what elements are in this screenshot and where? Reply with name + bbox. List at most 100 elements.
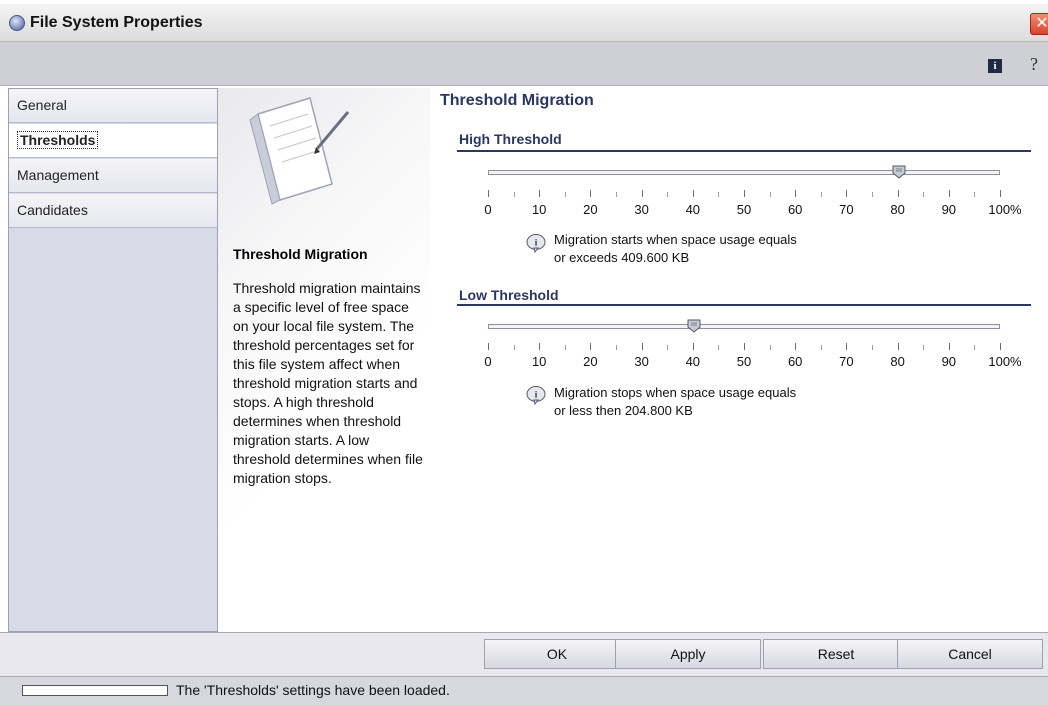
sidebar-item-label: General — [17, 97, 67, 113]
cancel-button[interactable]: Cancel — [897, 639, 1043, 669]
slider-tick — [641, 190, 643, 197]
slider-tick — [974, 345, 976, 350]
toolbar: i ? — [0, 42, 1048, 86]
slider-tick-label: 70 — [839, 354, 854, 369]
sidebar-item-label: Candidates — [17, 202, 88, 218]
globe-icon — [9, 15, 25, 31]
slider-tick — [616, 192, 617, 197]
info-icon[interactable]: i — [988, 59, 1002, 73]
slider-tick — [1000, 190, 1001, 197]
sidebar-item-thresholds[interactable]: Thresholds — [9, 124, 217, 158]
slider-tick — [488, 343, 489, 350]
slider-tick — [667, 345, 669, 350]
low-threshold-message: Migration stops when space usage equals … — [554, 384, 796, 420]
close-button[interactable]: ✕ — [1030, 13, 1048, 35]
slider-tick — [948, 190, 950, 197]
high-threshold-message-line1: Migration starts when space usage equals — [554, 232, 797, 247]
low-threshold-tick-labels: 0 10 20 30 40 50 60 70 80 90 100% — [484, 354, 1021, 372]
title-bar: File System Properties ✕ — [0, 4, 1048, 42]
slider-tick — [820, 345, 822, 350]
slider-tick — [590, 190, 592, 197]
window-title: File System Properties — [30, 14, 203, 31]
slider-tick-label: 70 — [839, 202, 854, 217]
slider-tick-label: 0 — [484, 354, 492, 369]
slider-tick — [488, 190, 489, 197]
slider-tick — [692, 190, 694, 197]
reset-button[interactable]: Reset — [763, 639, 909, 669]
slider-tick-label: 10 — [531, 354, 547, 369]
help-icon[interactable]: ? — [1030, 54, 1038, 75]
main-panel: Threshold Migration High Threshold 0 10 20… — [430, 88, 1038, 632]
slider-tick-label: 100% — [988, 354, 1022, 369]
slider-tick-label: 60 — [787, 354, 803, 369]
slider-tick — [795, 190, 797, 197]
slider-tick — [744, 343, 745, 350]
high-threshold-message: Migration starts when space usage equals… — [554, 231, 797, 267]
slider-tick — [872, 192, 873, 197]
slider-tick-label: 100% — [988, 202, 1022, 217]
apply-button[interactable]: Apply — [615, 639, 761, 669]
slider-tick — [923, 345, 925, 350]
slider-tick — [718, 192, 720, 197]
slider-tick-label: 20 — [583, 354, 598, 369]
sidebar-item-candidates[interactable]: Candidates — [9, 194, 217, 228]
low-threshold-slider[interactable] — [488, 319, 1000, 333]
low-threshold-title: Low Threshold — [459, 287, 559, 303]
slider-tick — [769, 345, 771, 350]
slider-tick-label: 80 — [890, 354, 905, 369]
slider-tick-label: 40 — [685, 354, 701, 369]
slider-tick — [564, 345, 566, 350]
sidebar-item-management[interactable]: Management — [9, 159, 217, 193]
slider-tick — [539, 343, 541, 350]
slider-tick-label: 10 — [531, 202, 547, 217]
status-text: The 'Thresholds' settings have been load… — [176, 682, 450, 698]
slider-tick — [616, 345, 617, 350]
slider-tick-label: 40 — [685, 202, 701, 217]
sidebar-item-label: Management — [17, 167, 99, 183]
info-balloon-icon: i — [526, 234, 546, 253]
sidebar-nav: General Thresholds Management Candidates — [8, 88, 218, 632]
slider-tick-label: 50 — [736, 354, 752, 369]
high-threshold-title: High Threshold — [459, 131, 562, 147]
section-title: Threshold Migration — [440, 92, 594, 109]
slider-tick-label: 0 — [484, 202, 492, 217]
slider-tick — [948, 343, 950, 350]
slider-tick — [897, 343, 899, 350]
slider-tick — [692, 343, 694, 350]
high-threshold-message-line2: or exceeds 409.600 KB — [554, 250, 690, 265]
slider-tick — [923, 192, 925, 197]
high-threshold-slider[interactable] — [488, 165, 1000, 179]
slider-tick — [718, 345, 720, 350]
slider-tick — [513, 345, 515, 350]
description-heading: Threshold Migration — [233, 246, 368, 262]
slider-tick — [897, 190, 899, 197]
button-bar: OK Apply Reset Cancel — [0, 632, 1048, 676]
slider-tick — [846, 190, 848, 197]
slider-tick — [1000, 343, 1001, 350]
slider-tick-label: 50 — [736, 202, 752, 217]
slider-tick — [795, 343, 797, 350]
slider-tick-label: 60 — [787, 202, 803, 217]
low-threshold-divider — [457, 304, 1031, 306]
description-body: Threshold migration maintains a specific… — [233, 280, 423, 486]
status-progress-bar — [22, 685, 168, 696]
slider-tick — [513, 192, 515, 197]
slider-tick — [590, 343, 592, 350]
sidebar-item-general[interactable]: General — [9, 89, 217, 123]
slider-tick-label: 20 — [583, 202, 598, 217]
slider-tick — [539, 190, 541, 197]
status-bar: The 'Thresholds' settings have been load… — [0, 676, 1048, 705]
slider-tick — [846, 343, 848, 350]
sidebar-item-label: Thresholds — [17, 131, 99, 149]
low-threshold-slider-thumb[interactable] — [687, 319, 701, 333]
slider-tick — [769, 192, 771, 197]
high-threshold-slider-thumb[interactable] — [892, 165, 906, 179]
ok-button[interactable]: OK — [484, 639, 630, 669]
slider-tick — [820, 192, 822, 197]
high-threshold-ticks — [488, 190, 1001, 202]
slider-tick-label: 30 — [634, 202, 649, 217]
slider-tick-label: 90 — [941, 202, 957, 217]
description-panel: Threshold Migration Threshold migration … — [218, 88, 430, 632]
slider-tick — [974, 192, 976, 197]
low-threshold-message-line2: or less then 204.800 KB — [554, 403, 693, 418]
